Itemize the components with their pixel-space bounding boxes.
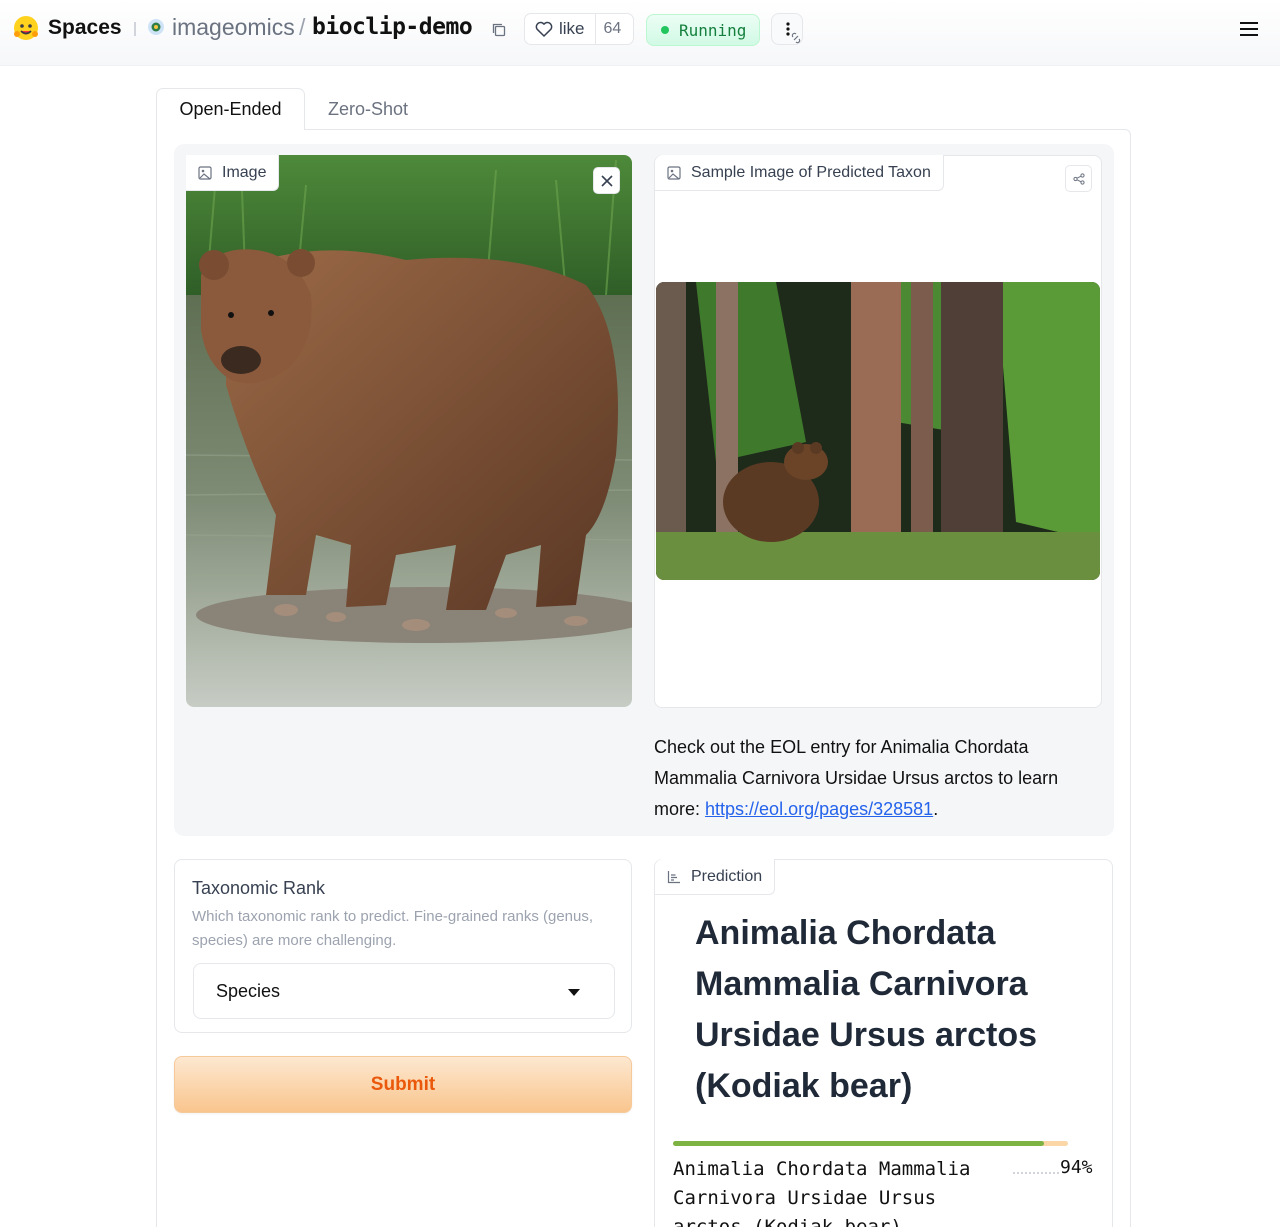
sample-taxon-image[interactable] bbox=[656, 282, 1100, 580]
bear-in-forest-photo bbox=[656, 282, 1100, 580]
status-dot-icon bbox=[661, 26, 669, 34]
prediction-label: Prediction bbox=[691, 867, 763, 885]
taxonomic-rank-info: Which taxonomic rank to predict. Fine-gr… bbox=[192, 908, 594, 949]
tab-open-ended[interactable]: Open-Ended bbox=[156, 88, 305, 130]
confidence-label: Animalia Chordata Mammalia Carnivora Urs… bbox=[673, 1158, 971, 1227]
header-divider bbox=[134, 22, 136, 36]
confidence-leader-dots bbox=[1013, 1172, 1059, 1174]
input-image[interactable] bbox=[186, 155, 632, 707]
org-avatar-icon bbox=[148, 19, 164, 35]
confidence-percent: 94% bbox=[1060, 1157, 1093, 1178]
bar-chart-icon bbox=[667, 870, 680, 883]
more-options-button[interactable] bbox=[771, 13, 803, 45]
taxonomic-rank-title: Taxonomic Rank bbox=[192, 878, 326, 898]
dropdown-selected-value: Species bbox=[216, 981, 281, 1001]
eol-suffix: . bbox=[933, 799, 939, 819]
top-header: Spaces imageomics / bioclip-demo like 64… bbox=[0, 0, 1280, 66]
spaces-brand-link[interactable]: Spaces bbox=[48, 16, 122, 40]
tab-zero-shot[interactable]: Zero-Shot bbox=[312, 88, 424, 130]
heart-icon bbox=[535, 21, 553, 37]
like-button[interactable]: like 64 bbox=[524, 13, 634, 45]
sample-image-label: Sample Image of Predicted Taxon bbox=[691, 163, 931, 181]
like-label-section[interactable]: like bbox=[525, 14, 596, 44]
prediction-heading: Animalia Chordata Mammalia Carnivora Urs… bbox=[695, 914, 1038, 1105]
taxonomic-rank-dropdown[interactable]: Species bbox=[193, 963, 615, 1019]
chevron-down-icon bbox=[568, 989, 580, 996]
status-badge[interactable]: Running bbox=[646, 14, 760, 46]
repo-name-link[interactable]: bioclip-demo bbox=[312, 14, 473, 40]
prediction-label-tag: Prediction bbox=[655, 859, 776, 895]
status-text: Running bbox=[679, 20, 747, 40]
submit-button[interactable]: Submit bbox=[174, 1056, 632, 1113]
copy-icon[interactable] bbox=[491, 22, 507, 38]
like-count[interactable]: 64 bbox=[596, 20, 630, 38]
image-label: Image bbox=[222, 163, 267, 181]
confidence-bar-track bbox=[673, 1141, 1068, 1146]
image-icon bbox=[667, 165, 681, 180]
like-label: like bbox=[559, 19, 585, 38]
hugging-face-logo-icon[interactable] bbox=[12, 14, 40, 42]
share-icon bbox=[1072, 172, 1085, 185]
taxonomic-rank-block: Taxonomic Rank Which taxonomic rank to p… bbox=[174, 859, 632, 1033]
confidence-bar-fill bbox=[673, 1141, 1045, 1146]
image-icon bbox=[198, 165, 212, 180]
sample-image-label-tag: Sample Image of Predicted Taxon bbox=[655, 155, 944, 191]
org-name-link[interactable]: imageomics bbox=[172, 14, 295, 41]
image-label-tag: Image bbox=[186, 155, 280, 191]
eol-description: Check out the EOL entry for Animalia Cho… bbox=[654, 732, 1074, 825]
clear-image-button[interactable] bbox=[593, 167, 620, 194]
hamburger-menu-icon[interactable] bbox=[1239, 20, 1259, 38]
vertical-dots-icon bbox=[786, 22, 801, 44]
eol-link[interactable]: https://eol.org/pages/328581 bbox=[705, 799, 933, 819]
prediction-block: Animalia Chordata Mammalia Carnivora Urs… bbox=[654, 859, 1113, 1227]
path-separator: / bbox=[299, 14, 306, 40]
bear-in-river-photo bbox=[186, 155, 632, 707]
share-button[interactable] bbox=[1065, 165, 1092, 192]
close-icon bbox=[600, 174, 613, 187]
